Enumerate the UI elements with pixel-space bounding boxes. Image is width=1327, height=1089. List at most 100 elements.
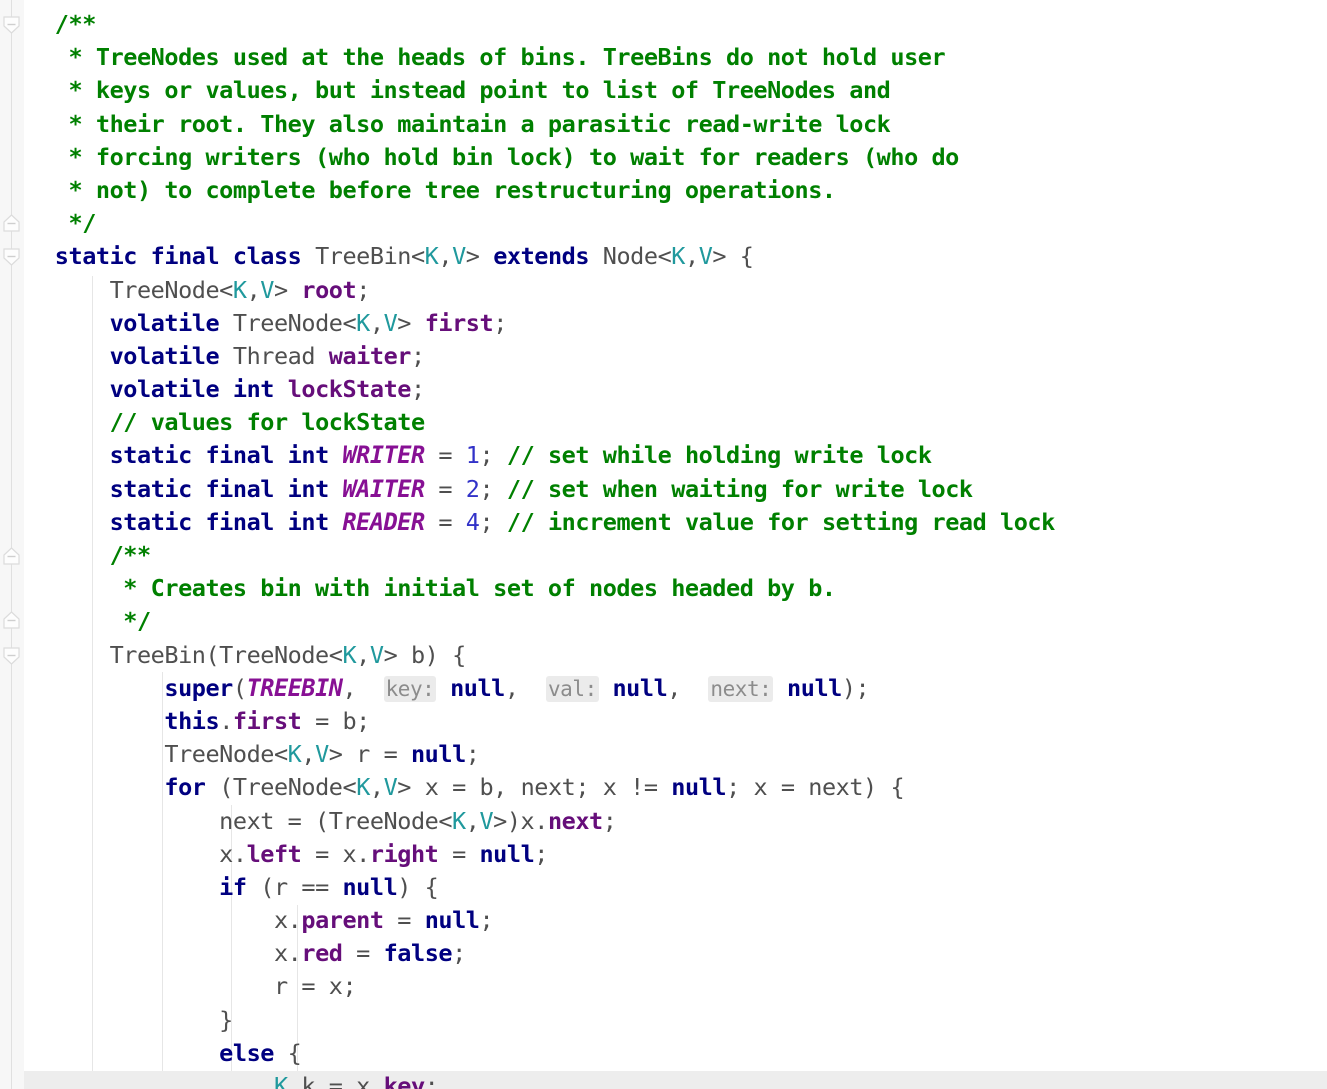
code-line[interactable]: TreeNode<K,V> r = null; [0, 738, 1327, 771]
code-token-plain: (r == [246, 872, 343, 901]
code-token-cmt: * not) to complete before tree restructu… [0, 175, 836, 204]
code-line[interactable]: this.first = b; [0, 705, 1327, 738]
code-token-kw: static final class [54, 242, 302, 271]
code-line[interactable]: volatile Thread waiter; [0, 340, 1327, 373]
code-line[interactable]: x.parent = null; [0, 904, 1327, 937]
code-token-plain: ; [534, 839, 548, 868]
code-token-plain: x. [0, 839, 247, 868]
code-token-num: 4 [465, 507, 480, 536]
code-line[interactable]: r = x; [0, 970, 1327, 1003]
code-token-cmt: /** [0, 541, 152, 569]
code-token-plain: , [684, 242, 699, 271]
code-token-cmt: * their root. They also maintain a paras… [0, 109, 891, 138]
code-token-plain: next = (TreeNode< [0, 806, 453, 835]
code-token-plain: ); [841, 673, 870, 702]
code-token-plain: > [397, 308, 425, 337]
code-token-plain: > x = b, next; x != [397, 773, 672, 802]
code-token-plain: , [465, 806, 480, 835]
code-token-plain: TreeBin(TreeNode< [0, 640, 343, 669]
code-line[interactable]: static final class TreeBin<K,V> extends … [0, 240, 1327, 273]
code-token-plain: ( [232, 673, 247, 702]
code-token-plain: ; [479, 441, 507, 470]
code-line[interactable]: else { [0, 1037, 1327, 1070]
code-token-field: root [301, 275, 357, 304]
code-token-plain: r = x; [0, 972, 357, 1001]
code-line[interactable]: next = (TreeNode<K,V>)x.next; [0, 805, 1327, 838]
code-token-cmt: // values for lockState [109, 408, 426, 437]
code-surface[interactable]: /** * TreeNodes used at the heads of bin… [0, 0, 1327, 1089]
code-token-cmt: * Creates bin with initial set of nodes … [0, 574, 836, 603]
code-line[interactable]: for (TreeNode<K,V> x = b, next; x != nul… [0, 771, 1327, 804]
code-token-typeparam: K [273, 1072, 288, 1089]
code-line[interactable]: * keys or values, but instead point to l… [0, 74, 1327, 107]
code-line[interactable]: TreeBin(TreeNode<K,V> b) { [0, 639, 1327, 672]
code-line[interactable]: super(TREEBIN, key: null, val: null, nex… [0, 672, 1327, 705]
code-token-plain: > { [712, 242, 754, 271]
code-line[interactable]: /** [0, 8, 1327, 41]
code-token-kw: this [164, 706, 220, 735]
code-line[interactable]: * their root. They also maintain a paras… [0, 108, 1327, 141]
code-token-field: key [383, 1072, 426, 1089]
code-line[interactable]: } [0, 1004, 1327, 1037]
code-token-plain: ; [356, 275, 370, 304]
code-line[interactable]: static final int WRITER = 1; // set whil… [0, 439, 1327, 472]
code-line[interactable]: TreeNode<K,V> root; [0, 274, 1327, 307]
inlay-parameter-hint[interactable]: key: [383, 675, 437, 702]
code-line[interactable]: * forcing writers (who hold bin lock) to… [0, 141, 1327, 174]
code-line[interactable]: */ [0, 605, 1327, 638]
code-token-cmt: * TreeNodes used at the heads of bins. T… [0, 43, 946, 72]
code-token-plain: { [273, 1038, 302, 1067]
code-line[interactable]: volatile int lockState; [0, 373, 1327, 406]
code-token-typeparam: V [260, 275, 274, 304]
code-token-plain: ; [602, 806, 617, 835]
code-token-plain: = [342, 939, 384, 968]
code-line[interactable]: volatile TreeNode<K,V> first; [0, 307, 1327, 340]
code-token-field: waiter [328, 341, 412, 370]
code-token-field: parent [301, 906, 384, 935]
code-text-area[interactable]: /** * TreeNodes used at the heads of bin… [0, 8, 1327, 1089]
code-token-cmt: // set when waiting for write lock [506, 474, 973, 503]
code-token-kw: for [164, 773, 206, 802]
code-token-plain: , [369, 773, 384, 802]
code-line[interactable]: // values for lockState [0, 406, 1327, 439]
code-line[interactable]: * not) to complete before tree restructu… [0, 174, 1327, 207]
code-line[interactable]: */ [0, 207, 1327, 240]
code-token-field: left [246, 839, 302, 868]
code-token-field: next [547, 806, 603, 835]
code-token-typeparam: V [315, 740, 329, 769]
code-line[interactable]: * Creates bin with initial set of nodes … [0, 572, 1327, 605]
code-token-typeparam: V [452, 242, 466, 271]
code-editor[interactable]: /** * TreeNodes used at the heads of bin… [0, 0, 1327, 1089]
code-line[interactable]: K k = x.key; [0, 1070, 1327, 1089]
code-token-plain: ; [479, 507, 507, 536]
code-token-kw: volatile int [109, 375, 275, 404]
code-line[interactable]: if (r == null) { [0, 871, 1327, 904]
code-line[interactable]: x.red = false; [0, 937, 1327, 970]
code-line[interactable]: static final int WAITER = 2; // set when… [0, 473, 1327, 506]
code-token-kw: static final int [109, 507, 330, 536]
inlay-parameter-hint[interactable]: val: [545, 675, 599, 702]
code-token-typeparam: V [369, 640, 384, 669]
code-token-cmt: /** [0, 10, 97, 38]
code-line[interactable]: /** [0, 539, 1327, 572]
code-line[interactable]: * TreeNodes used at the heads of bins. T… [0, 41, 1327, 74]
code-line[interactable]: static final int READER = 4; // incremen… [0, 506, 1327, 539]
code-token-plain: , [301, 740, 316, 769]
inlay-parameter-hint[interactable]: next: [708, 675, 774, 702]
code-line[interactable]: x.left = x.right = null; [0, 838, 1327, 871]
code-token-plain: = [424, 507, 466, 536]
code-token-plain: TreeNode< [0, 740, 288, 769]
code-token-typeparam: K [356, 773, 370, 802]
code-token-typeparam: V [383, 308, 398, 337]
code-token-typeparam: K [232, 275, 247, 304]
